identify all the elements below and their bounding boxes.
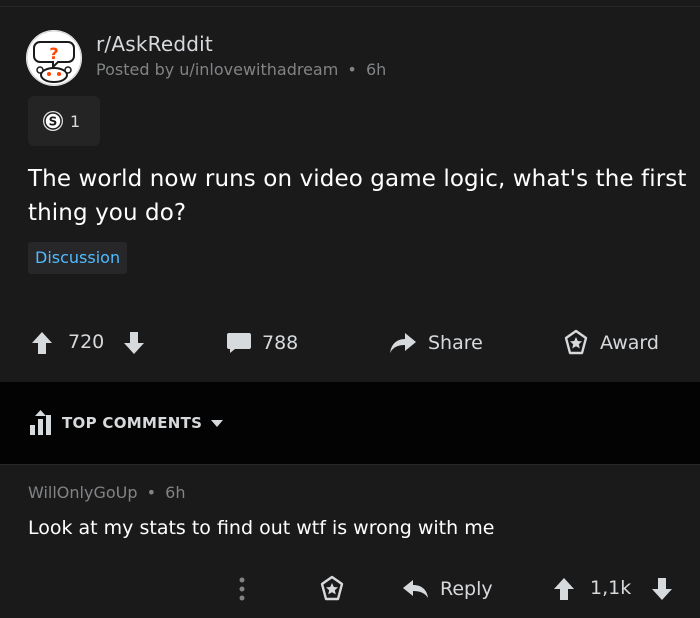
svg-text:?: ? <box>49 44 58 63</box>
post-card: ? r/AskReddit Posted by u/inlovewithadre… <box>0 0 700 382</box>
award-star-icon <box>320 575 344 601</box>
comment-meta: WillOnlyGoUp • 6h <box>28 483 185 502</box>
post-action-bar: 720 788 Share Award <box>0 318 700 368</box>
award-label: Award <box>600 332 659 354</box>
sort-dropdown[interactable]: TOP COMMENTS <box>28 408 224 438</box>
post-flair[interactable]: Discussion <box>28 242 128 274</box>
comment-score: 1,1k <box>590 577 632 599</box>
downvote-arrow-icon <box>652 578 672 600</box>
comment: WillOnlyGoUp • 6h Look at my stats to fi… <box>0 464 700 618</box>
post-age: 6h <box>365 60 387 79</box>
upvote-button[interactable] <box>30 318 54 368</box>
share-arrow-icon <box>390 333 416 353</box>
silver-award-icon: S <box>43 111 63 131</box>
meta-separator: • <box>146 483 157 502</box>
comment-upvote-button[interactable] <box>552 569 576 609</box>
post-title[interactable]: The world now runs on video game logic, … <box>28 162 688 230</box>
askreddit-logo-icon: ? <box>26 30 82 86</box>
subreddit-avatar[interactable]: ? <box>26 30 82 86</box>
comments-button[interactable]: 788 <box>226 318 298 368</box>
comment-author-link[interactable]: WillOnlyGoUp <box>28 483 138 502</box>
upvote-arrow-icon <box>32 332 52 354</box>
sort-label: TOP COMMENTS <box>62 414 203 432</box>
comment-sort-bar: TOP COMMENTS <box>0 382 700 464</box>
posted-by-label: Posted by <box>96 60 175 79</box>
downvote-button[interactable] <box>122 318 146 368</box>
caret-down-icon <box>211 420 224 427</box>
comments-count: 788 <box>262 332 299 354</box>
subreddit-name[interactable]: r/AskReddit <box>96 32 213 56</box>
comment-body: Look at my stats to find out wtf is wron… <box>28 517 495 539</box>
post-meta: Posted by u/inlovewithadream • 6h <box>96 60 386 79</box>
divider <box>0 6 700 7</box>
share-button[interactable]: Share <box>388 318 483 368</box>
share-label: Share <box>428 332 483 354</box>
vertical-dots-icon <box>239 577 245 601</box>
svg-text:S: S <box>49 115 58 129</box>
reddit-post-page: ? r/AskReddit Posted by u/inlovewithadre… <box>0 0 700 618</box>
top-sort-icon <box>30 410 51 435</box>
post-score: 720 <box>68 331 105 353</box>
reply-button[interactable]: Reply <box>402 569 493 609</box>
comment-action-bar: Reply 1,1k <box>0 569 700 609</box>
reply-label: Reply <box>440 578 493 600</box>
comment-award-button[interactable] <box>318 569 346 609</box>
comment-downvote-button[interactable] <box>650 569 674 609</box>
comment-bubble-icon <box>227 333 251 353</box>
post-awards-chip[interactable]: S 1 <box>28 96 100 146</box>
downvote-arrow-icon <box>124 332 144 354</box>
award-count: 1 <box>70 111 81 131</box>
meta-separator: • <box>347 60 357 79</box>
award-star-icon <box>564 329 588 355</box>
upvote-arrow-icon <box>554 578 574 600</box>
reply-arrow-icon <box>403 580 428 598</box>
comment-age: 6h <box>165 483 186 502</box>
award-button[interactable]: Award <box>562 318 659 368</box>
more-options-button[interactable] <box>238 569 246 609</box>
post-author-link[interactable]: u/inlovewithadream <box>179 60 338 79</box>
